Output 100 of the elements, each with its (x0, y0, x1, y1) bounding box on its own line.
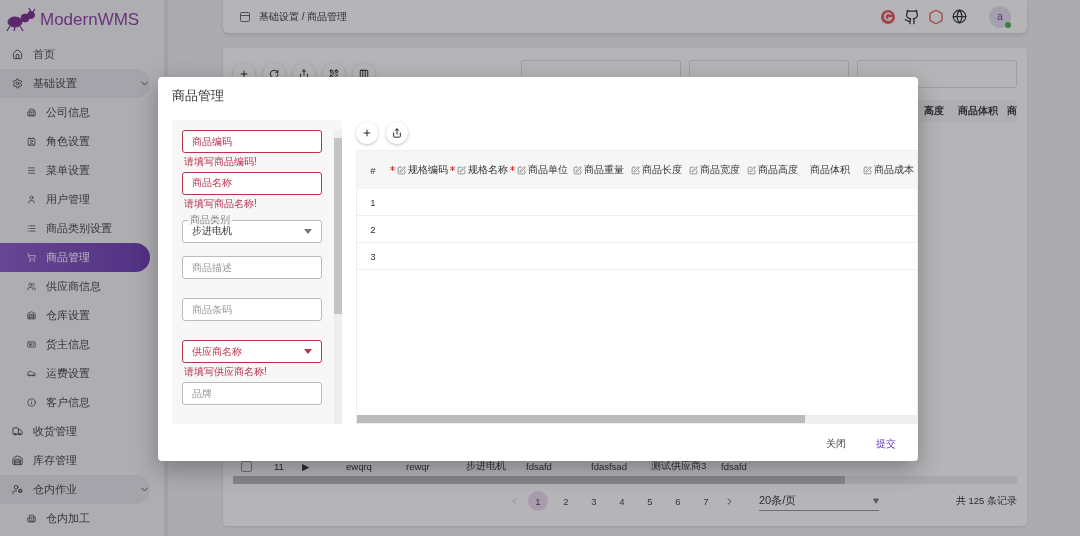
sidebar-item[interactable]: 仓内作业 (0, 475, 150, 504)
scrollbar[interactable] (334, 130, 342, 424)
edit-icon (517, 165, 526, 175)
submit-button[interactable]: 提交 (872, 436, 900, 453)
column-header: 高度 (924, 104, 944, 118)
menu-icon (27, 166, 36, 175)
field-label: 商品类别 (188, 213, 232, 225)
scrollbar[interactable] (357, 415, 917, 423)
page-button[interactable]: 7 (696, 491, 716, 511)
checkbox[interactable] (241, 460, 252, 472)
edit-icon (630, 165, 640, 175)
input-field[interactable]: 品牌 (182, 382, 322, 405)
input-field[interactable]: 商品名称 (182, 171, 322, 195)
edit-icon (397, 165, 406, 175)
input-field[interactable]: 商品条码 (182, 298, 322, 322)
column-header: # (369, 164, 377, 176)
expand-toggle[interactable]: ▶ (302, 460, 346, 472)
sidebar-item[interactable]: 货主信息 (0, 330, 150, 359)
page-button[interactable]: 1 (528, 491, 548, 511)
sidebar-item[interactable]: 仓内加工 (0, 504, 150, 533)
page-button[interactable]: 3 (584, 491, 604, 511)
sidebar-item[interactable]: 客户信息 (0, 388, 150, 417)
truck-icon (12, 426, 23, 437)
page-button[interactable]: 5 (640, 491, 660, 511)
plus-icon (362, 128, 372, 138)
share-icon (299, 69, 309, 79)
plus-icon (239, 69, 249, 79)
input-field[interactable]: 商品编码 (182, 130, 322, 153)
qr-code-icon (329, 69, 339, 79)
sidebar-item[interactable]: 首页 (0, 40, 150, 69)
sidebar-item[interactable]: 收货管理 (0, 417, 150, 446)
page-button[interactable]: 4 (612, 491, 632, 511)
export-button[interactable] (386, 122, 408, 144)
avatar[interactable]: a (989, 5, 1011, 28)
circle-logo-icon (880, 8, 896, 25)
row-number: 1 (369, 196, 377, 208)
table-cell-text: 测试供应商3 (651, 459, 708, 473)
column-header: 商品重量 (569, 163, 627, 177)
edit-icon (572, 165, 582, 175)
sidebar-item[interactable]: 角色设置 (0, 127, 150, 156)
page-button[interactable]: 6 (668, 491, 688, 511)
dropdown-caret-icon (304, 349, 312, 355)
column-header: 规格编码 (389, 163, 449, 177)
panel-icon (239, 10, 251, 23)
error-message: 请填写商品名称! (183, 197, 258, 209)
select-field[interactable]: 供应商名称 (182, 340, 322, 364)
refresh-icon (269, 69, 279, 79)
sidebar-item[interactable]: 基础设置 (0, 69, 150, 98)
sidebar-item[interactable]: 库存管理 (0, 446, 150, 475)
sidebar-item[interactable]: 仓库设置 (0, 301, 150, 330)
sidebar-item[interactable]: 供应商信息 (0, 272, 150, 301)
input-field[interactable]: 商品描述 (182, 256, 322, 280)
add-button[interactable] (356, 122, 378, 144)
error-message: 请填写供应商名称! (183, 366, 268, 378)
column-header: 商品体积 (809, 163, 851, 177)
share-icon (392, 128, 402, 138)
scrollbar[interactable] (233, 476, 1017, 484)
sidebar-item[interactable]: 商品类别设置 (0, 214, 150, 243)
list-icon (27, 224, 36, 233)
edit-icon (457, 165, 466, 175)
column-header: 商 (1007, 104, 1017, 118)
table-cell-text: ewqrq (346, 460, 373, 472)
error-message: 请填写商品编码! (183, 156, 258, 167)
breadcrumb: 基础设置 / 商品管理 (259, 9, 348, 24)
required-asterisk-icon (450, 165, 455, 171)
hexagon-icon (928, 8, 944, 25)
logo-text: ModernWMS (40, 10, 140, 30)
required-asterisk-icon (390, 165, 395, 171)
settings-icon (12, 78, 23, 89)
edit-icon (862, 165, 872, 175)
sidebar-item[interactable]: 商品管理 (0, 243, 150, 272)
edit-icon (746, 165, 756, 175)
column-header: 商品长度 (627, 163, 685, 177)
column-header: 商品单位 (509, 163, 569, 177)
user-gear-icon (12, 484, 23, 495)
column-header: 商品宽度 (685, 163, 743, 177)
dialog-title: 商品管理 (172, 87, 225, 105)
home-icon (12, 49, 23, 60)
row-number: 3 (369, 250, 377, 262)
sidebar-item[interactable]: 用户管理 (0, 185, 150, 214)
id-card-icon (27, 340, 36, 349)
total-count: 共 125 条记录 (955, 494, 1017, 508)
table-cell-text: fdsafd (721, 460, 748, 472)
building-icon (27, 514, 36, 523)
close-button[interactable]: 关闭 (822, 436, 850, 453)
car-icon (27, 369, 36, 378)
table-cell-text: rewqr (406, 460, 431, 472)
required-asterisk-icon (510, 165, 515, 171)
building-icon (27, 108, 36, 117)
sidebar-item[interactable]: 公司信息 (0, 98, 150, 127)
column-header: 商品高度 (743, 163, 801, 177)
table-cell-text: 11 (274, 460, 285, 472)
dropdown-caret-icon (304, 228, 312, 234)
sidebar-item[interactable]: 运费设置 (0, 359, 150, 388)
user-icon (27, 195, 36, 204)
page-size-select[interactable]: 20条/页 (759, 491, 879, 511)
row-number: 2 (369, 223, 377, 235)
cart-icon (27, 253, 36, 262)
page-button[interactable]: 2 (556, 491, 576, 511)
sidebar-item[interactable]: 菜单设置 (0, 156, 150, 185)
